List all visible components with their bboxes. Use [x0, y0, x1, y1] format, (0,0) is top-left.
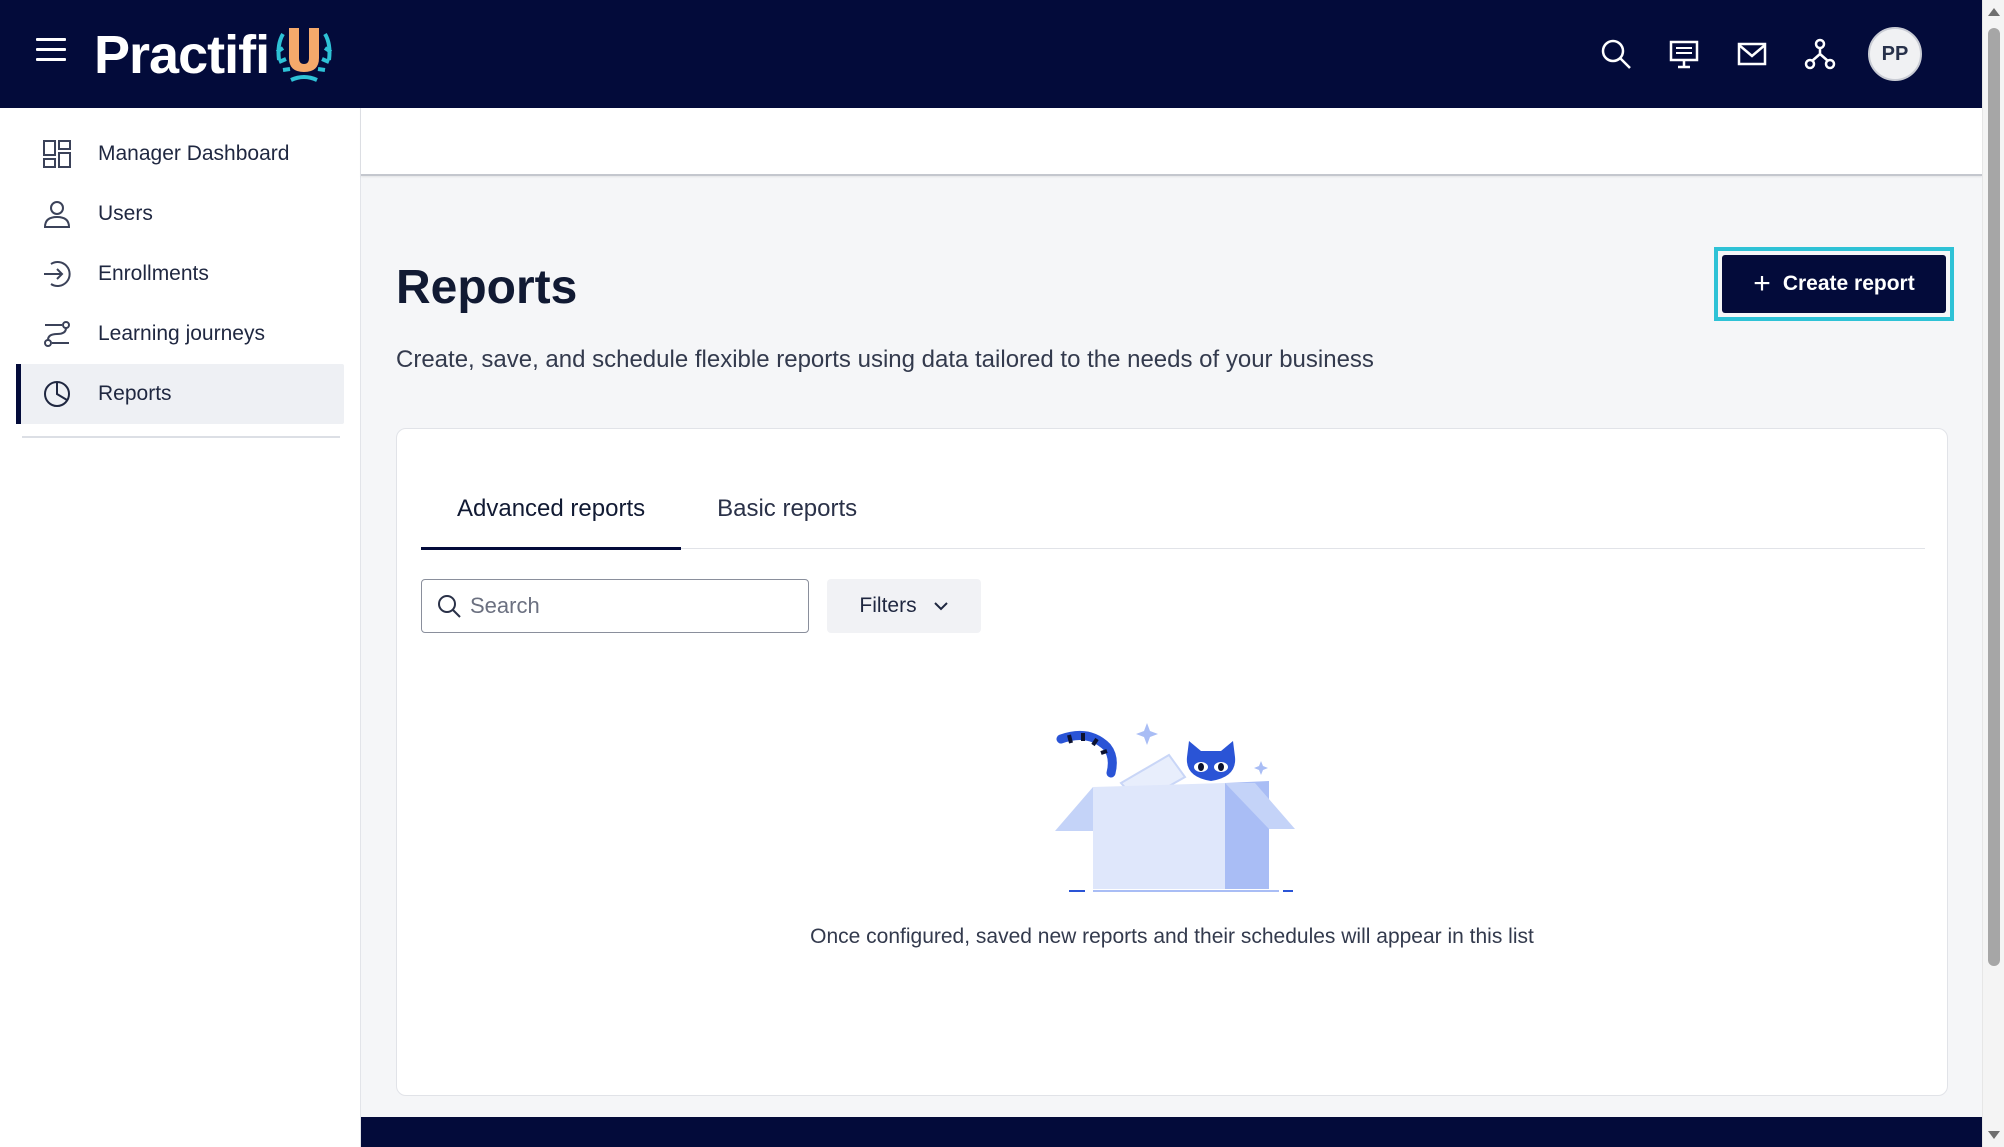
chevron-down-icon	[933, 602, 948, 611]
sidebar-divider	[22, 436, 340, 438]
presentation-icon[interactable]	[1656, 26, 1712, 82]
journey-icon	[40, 317, 74, 351]
page-title: Reports	[396, 261, 578, 314]
filters-label: Filters	[859, 594, 917, 617]
search-icon	[438, 595, 461, 618]
sidebar-item-reports[interactable]: Reports	[16, 364, 344, 424]
sidebar-item-label: Manager Dashboard	[98, 142, 290, 165]
logo-text: Practifi	[94, 25, 270, 85]
sidebar-item-manager-dashboard[interactable]: Manager Dashboard	[16, 124, 344, 184]
empty-box-cat-illustration	[1055, 723, 1295, 892]
avatar[interactable]: PP	[1868, 27, 1922, 81]
footer-bar	[361, 1117, 1982, 1147]
sidebar-item-label: Reports	[98, 382, 172, 405]
create-report-label: Create report	[1782, 272, 1915, 295]
empty-state-message: Once configured, saved new reports and t…	[810, 925, 1534, 948]
sidebar-item-users[interactable]: Users	[16, 184, 344, 244]
filters-button[interactable]: Filters	[827, 579, 981, 633]
search-icon[interactable]	[1588, 26, 1644, 82]
sidebar-item-label: Enrollments	[98, 262, 209, 285]
pie-chart-icon	[40, 377, 74, 411]
content-header-strip	[361, 108, 1982, 176]
top-header: Practifi PP	[0, 0, 1982, 108]
page-scrollbar[interactable]	[1982, 0, 2004, 1147]
mail-icon[interactable]	[1724, 26, 1780, 82]
sidebar: Manager Dashboard Users Enrollments Lear…	[0, 108, 361, 1147]
logo-u-icon	[275, 28, 333, 82]
search-input[interactable]	[470, 593, 790, 619]
page-description: Create, save, and schedule flexible repo…	[396, 346, 1374, 373]
sidebar-item-enrollments[interactable]: Enrollments	[16, 244, 344, 304]
create-report-focus-ring: + Create report	[1714, 247, 1954, 321]
create-report-button[interactable]: + Create report	[1722, 255, 1946, 313]
tab-advanced-reports[interactable]: Advanced reports	[421, 469, 682, 550]
search-box	[421, 579, 809, 633]
reports-card: Advanced reports Basic reports Filters O	[396, 428, 1948, 1096]
report-tabs: Advanced reports Basic reports	[421, 469, 1925, 550]
org-chart-icon[interactable]	[1792, 26, 1848, 82]
menu-icon[interactable]	[36, 38, 66, 68]
tab-basic-reports[interactable]: Basic reports	[681, 469, 893, 549]
sidebar-item-label: Learning journeys	[98, 322, 265, 345]
scrollbar-thumb[interactable]	[1988, 28, 2000, 966]
plus-icon: +	[1753, 267, 1771, 300]
scroll-down-arrow-icon[interactable]	[1988, 1131, 2000, 1139]
user-icon	[40, 197, 74, 231]
enrollment-icon	[40, 257, 74, 291]
sidebar-item-learning-journeys[interactable]: Learning journeys	[16, 304, 344, 364]
app-logo[interactable]: Practifi	[94, 20, 337, 90]
sidebar-item-label: Users	[98, 202, 153, 225]
avatar-initials: PP	[1881, 42, 1909, 65]
dashboard-icon	[40, 137, 74, 171]
scroll-up-arrow-icon[interactable]	[1988, 8, 2000, 16]
